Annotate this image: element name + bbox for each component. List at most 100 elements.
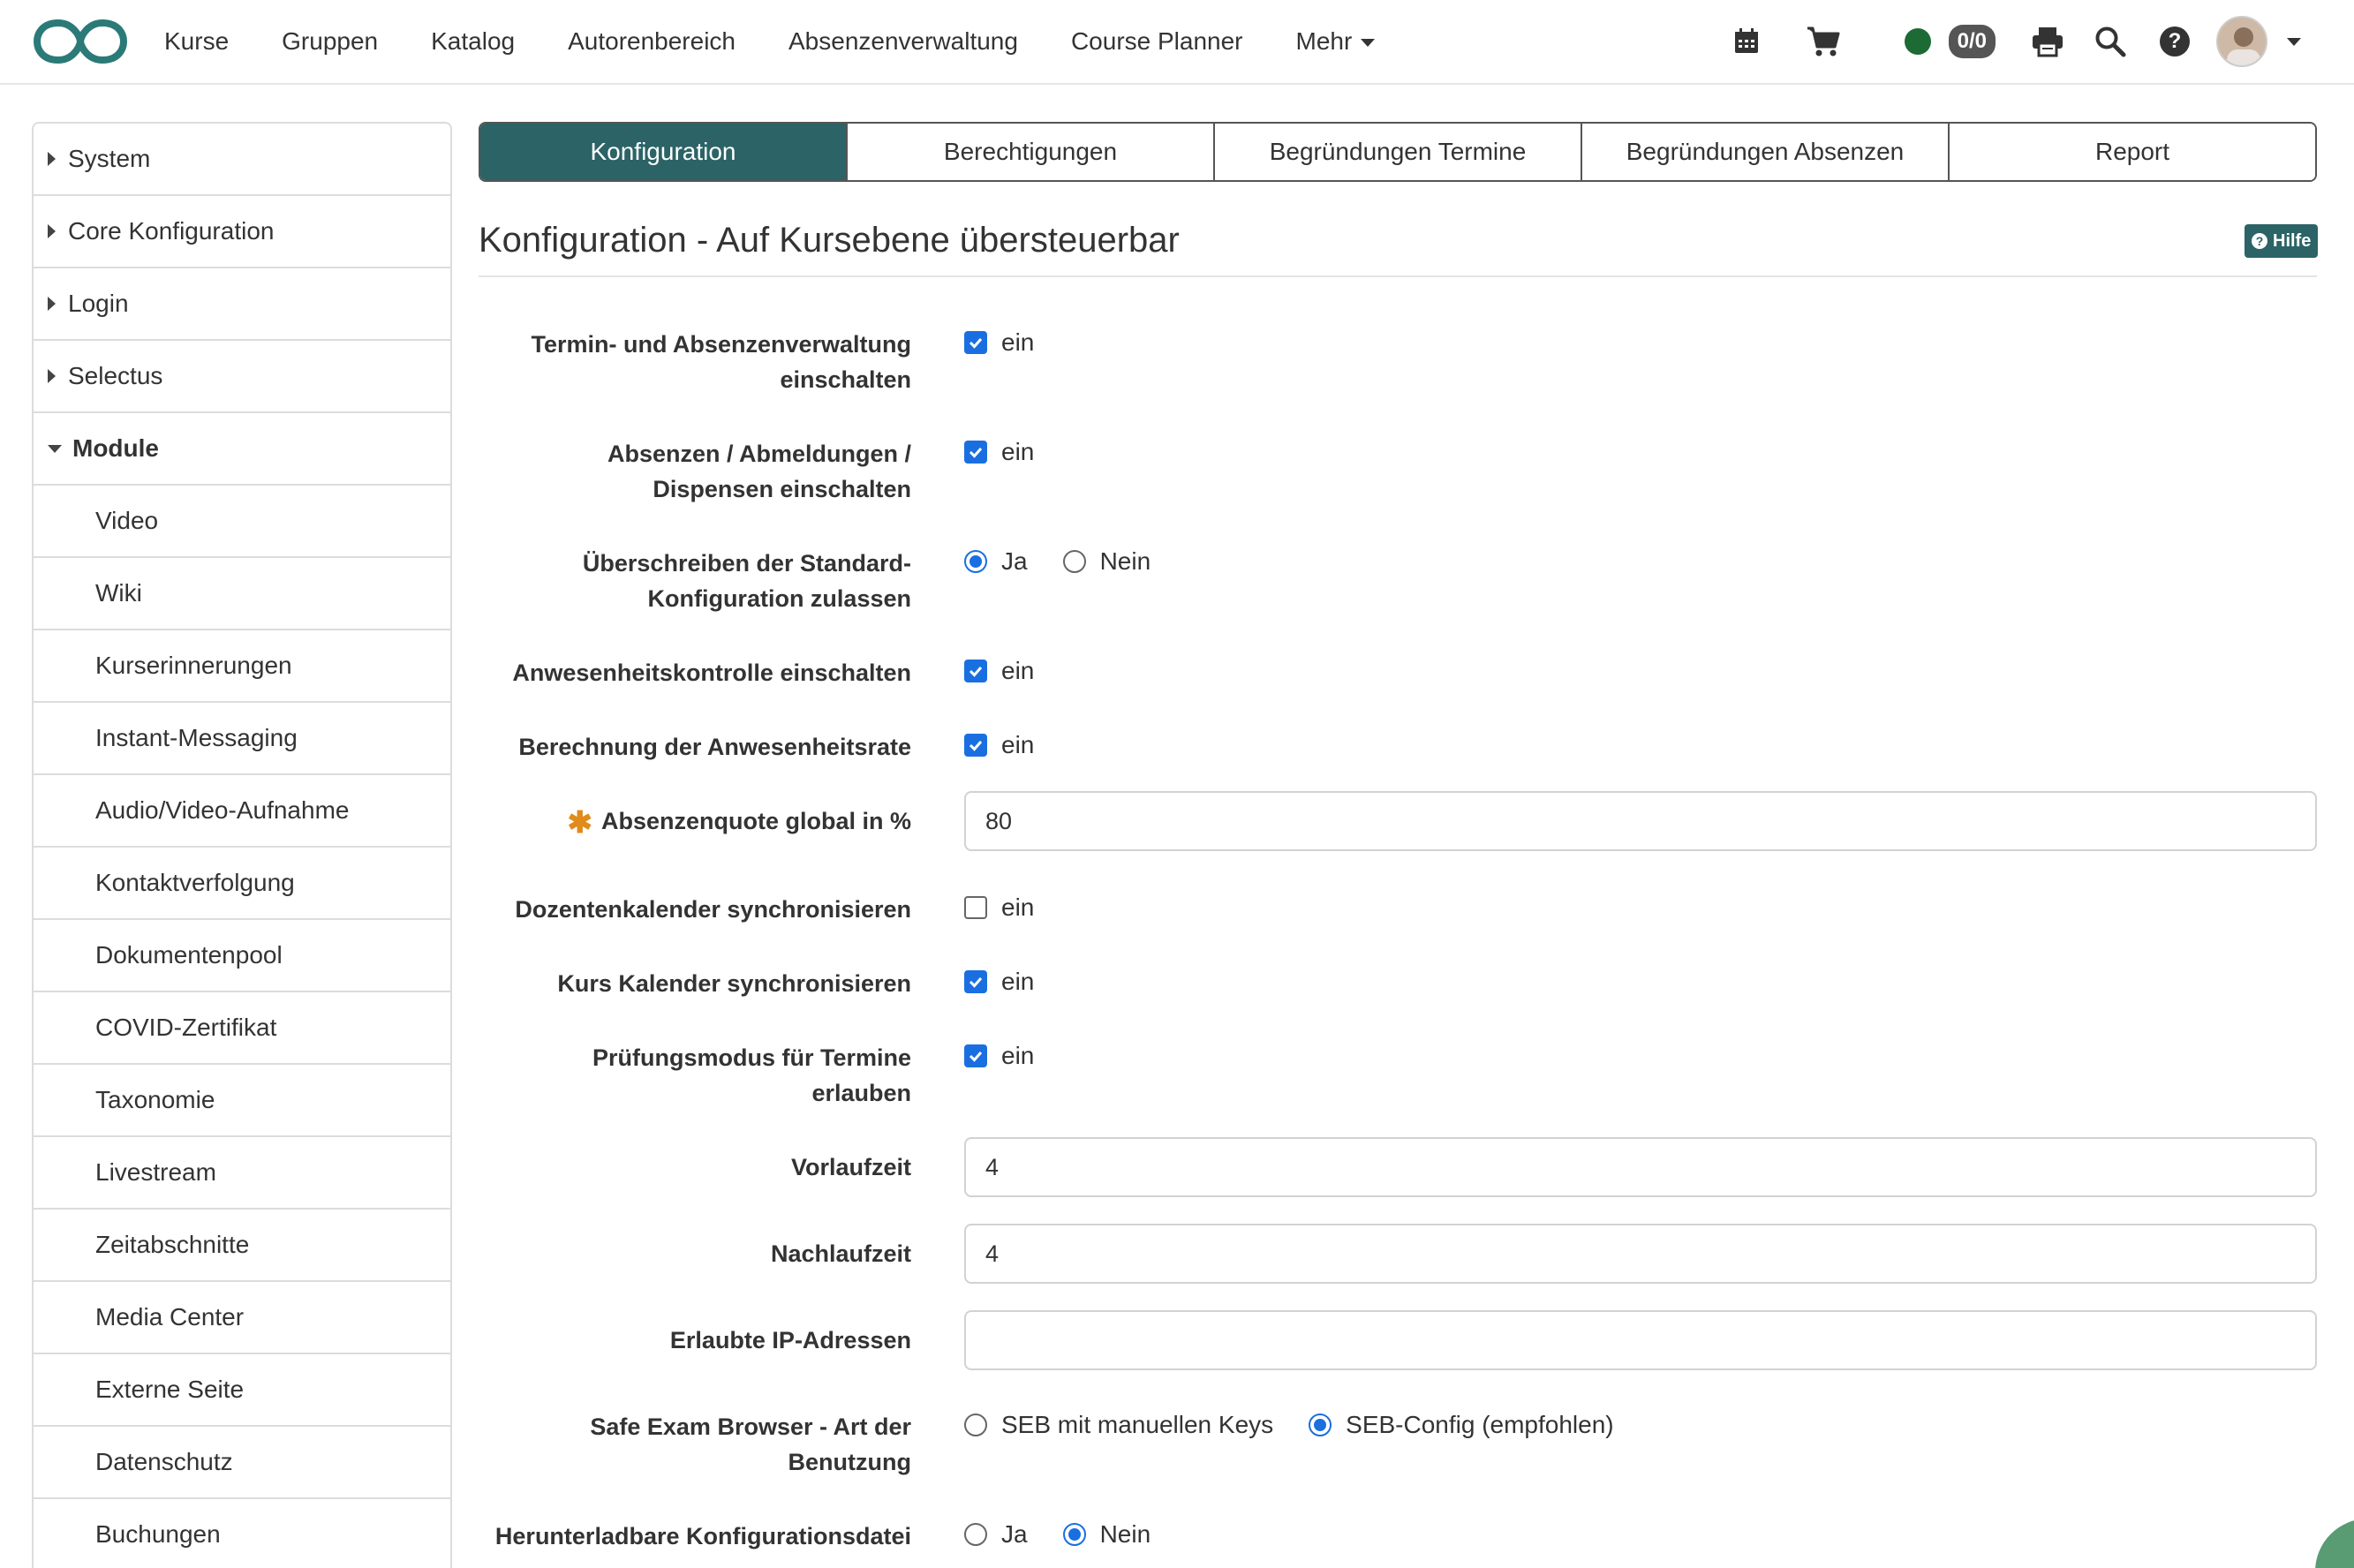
field-label: Termin- und Absenzenverwaltung einschalte…	[479, 327, 911, 397]
radio-button[interactable]	[964, 1413, 987, 1436]
sidebar-item-login[interactable]: Login	[34, 268, 450, 341]
checkbox-control: ein	[964, 968, 2317, 996]
input-control: 4	[964, 1224, 2317, 1284]
nav-kurse[interactable]: Kurse	[164, 27, 229, 56]
nav-course-planner[interactable]: Course Planner	[1071, 27, 1243, 56]
seb-manuelle-keys-option[interactable]: SEB mit manuellen Keys	[964, 1411, 1273, 1439]
anwesenheitsrate-checkbox[interactable]	[964, 734, 987, 757]
cart-button[interactable]	[1806, 26, 1841, 57]
radio-label: Nein	[1099, 1520, 1151, 1548]
pruefungsmodus-checkbox[interactable]	[964, 1044, 987, 1067]
user-menu[interactable]	[2216, 16, 2301, 67]
sidebar-item-kontaktverfolgung[interactable]: Kontaktverfolgung	[34, 848, 450, 920]
sidebar-item-instant-messaging[interactable]: Instant-Messaging	[34, 703, 450, 775]
nav-mehr-dropdown[interactable]: Mehr	[1296, 27, 1376, 56]
sidebar-item-taxonomie[interactable]: Taxonomie	[34, 1065, 450, 1137]
sidebar-item-selectus[interactable]: Selectus	[34, 341, 450, 413]
sidebar-item-zeitabschnitte[interactable]: Zeitabschnitte	[34, 1210, 450, 1282]
tab-report[interactable]: Report	[1950, 124, 2315, 180]
field-label: Dozentenkalender synchronisieren	[515, 896, 911, 923]
sidebar-item-media-center[interactable]: Media Center	[34, 1282, 450, 1354]
radio-button[interactable]	[964, 550, 987, 573]
sidebar-item-label: Selectus	[68, 362, 163, 389]
print-button[interactable]	[2031, 26, 2064, 57]
tab-konfiguration[interactable]: Konfiguration	[480, 124, 848, 180]
label-line: einschalten	[780, 366, 911, 393]
vorlaufzeit-input[interactable]: 4	[964, 1137, 2317, 1197]
sidebar-item-kurserinnerungen[interactable]: Kurserinnerungen	[34, 630, 450, 703]
ueberschreiben-ja-option[interactable]: Ja	[964, 547, 1028, 576]
input-control: 4	[964, 1137, 2317, 1197]
checkbox-control: ein	[964, 731, 2317, 759]
sidebar-item-dokumentenpool[interactable]: Dokumentenpool	[34, 920, 450, 992]
sidebar-item-buchungen[interactable]: Buchungen	[34, 1499, 450, 1568]
status-icon	[1904, 28, 1931, 55]
dozentenkalender-checkbox[interactable]	[964, 896, 987, 919]
sidebar-item-covid-zertifikat[interactable]: COVID-Zertifikat	[34, 992, 450, 1065]
radio-label: SEB-Config (empfohlen)	[1346, 1411, 1614, 1438]
caret-right-icon	[48, 369, 56, 383]
tab-begruendungen-termine[interactable]: Begründungen Termine	[1215, 124, 1582, 180]
radio-group: Ja Nein	[964, 1520, 2317, 1549]
toolbar: 0/0 ?	[1732, 0, 2301, 83]
radio-label: Nein	[1099, 547, 1151, 575]
nav-absenzenverwaltung[interactable]: Absenzenverwaltung	[788, 27, 1018, 56]
sidebar-item-module[interactable]: Module	[34, 413, 450, 486]
checkbox-label: ein	[1001, 893, 1035, 921]
sidebar: System Core Konfiguration Login Selectus…	[32, 122, 452, 1568]
sidebar-item-label: System	[68, 145, 151, 172]
help-button[interactable]: ?	[2160, 26, 2190, 57]
sidebar-item-livestream[interactable]: Livestream	[34, 1137, 450, 1210]
radio-button[interactable]	[1062, 550, 1086, 573]
radio-button[interactable]	[1062, 1523, 1086, 1546]
nav-autorenbereich[interactable]: Autorenbereich	[568, 27, 736, 56]
calendar-icon	[1734, 28, 1758, 53]
radio-button[interactable]	[964, 1523, 987, 1546]
nav-gruppen[interactable]: Gruppen	[282, 27, 378, 56]
logo-icon[interactable]	[34, 18, 127, 65]
sidebar-item-datenschutz[interactable]: Datenschutz	[34, 1427, 450, 1499]
search-button[interactable]	[2094, 26, 2126, 57]
checkbox-control: ein	[964, 893, 2317, 922]
absenzen-abmeldungen-checkbox[interactable]	[964, 441, 987, 464]
radio-label: SEB mit manuellen Keys	[1001, 1411, 1274, 1438]
sidebar-item-wiki[interactable]: Wiki	[34, 558, 450, 630]
field-label: Berechnung der Anwesenheitsrate	[518, 734, 911, 760]
konfigurationsdatei-ja-option[interactable]: Ja	[964, 1520, 1028, 1549]
ip-adressen-input[interactable]	[964, 1310, 2317, 1370]
field-label: Erlaubte IP-Adressen	[669, 1327, 911, 1353]
field-label: Absenzen / Abmeldungen / Dispensen einsch…	[479, 436, 911, 507]
sidebar-item-system[interactable]: System	[34, 124, 450, 196]
status-indicator[interactable]: 0/0	[1904, 25, 1996, 58]
calendar-button[interactable]	[1732, 26, 1762, 57]
label-line: Absenzen / Abmeldungen /	[607, 441, 911, 467]
sidebar-item-label: Core Konfiguration	[68, 217, 275, 245]
avatar	[2216, 16, 2267, 67]
sidebar-item-video[interactable]: Video	[34, 486, 450, 558]
tab-berechtigungen[interactable]: Berechtigungen	[848, 124, 1215, 180]
konfigurationsdatei-nein-option[interactable]: Nein	[1062, 1520, 1151, 1549]
tab-begruendungen-absenzen[interactable]: Begründungen Absenzen	[1582, 124, 1950, 180]
kurs-kalender-checkbox[interactable]	[964, 970, 987, 993]
caret-right-icon	[48, 297, 56, 311]
anwesenheitskontrolle-checkbox[interactable]	[964, 660, 987, 682]
radio-button[interactable]	[1309, 1413, 1332, 1436]
label-line: Konfiguration zulassen	[647, 585, 911, 612]
help-button[interactable]: ? Hilfe	[2245, 224, 2319, 258]
checkbox-control: ein	[964, 1042, 2317, 1070]
nachlaufzeit-input[interactable]: 4	[964, 1224, 2317, 1284]
field-label: Nachlaufzeit	[770, 1240, 911, 1267]
cart-icon	[1807, 26, 1840, 57]
ueberschreiben-nein-option[interactable]: Nein	[1062, 547, 1151, 576]
sidebar-item-core-konfiguration[interactable]: Core Konfiguration	[34, 196, 450, 268]
seb-config-option[interactable]: SEB-Config (empfohlen)	[1309, 1411, 1614, 1439]
nav-katalog[interactable]: Katalog	[431, 27, 515, 56]
required-icon: ✱	[567, 805, 592, 840]
page-title: Konfiguration - Auf Kursebene übersteuer…	[479, 221, 1180, 260]
sidebar-item-externe-seite[interactable]: Externe Seite	[34, 1354, 450, 1427]
floating-action-button[interactable]	[2315, 1519, 2354, 1568]
termin-absenzenverwaltung-checkbox[interactable]	[964, 331, 987, 354]
absenzenquote-input[interactable]: 80	[964, 791, 2317, 851]
sidebar-item-audio-video-aufnahme[interactable]: Audio/Video-Aufnahme	[34, 775, 450, 848]
sidebar-item-label: Login	[68, 290, 129, 317]
